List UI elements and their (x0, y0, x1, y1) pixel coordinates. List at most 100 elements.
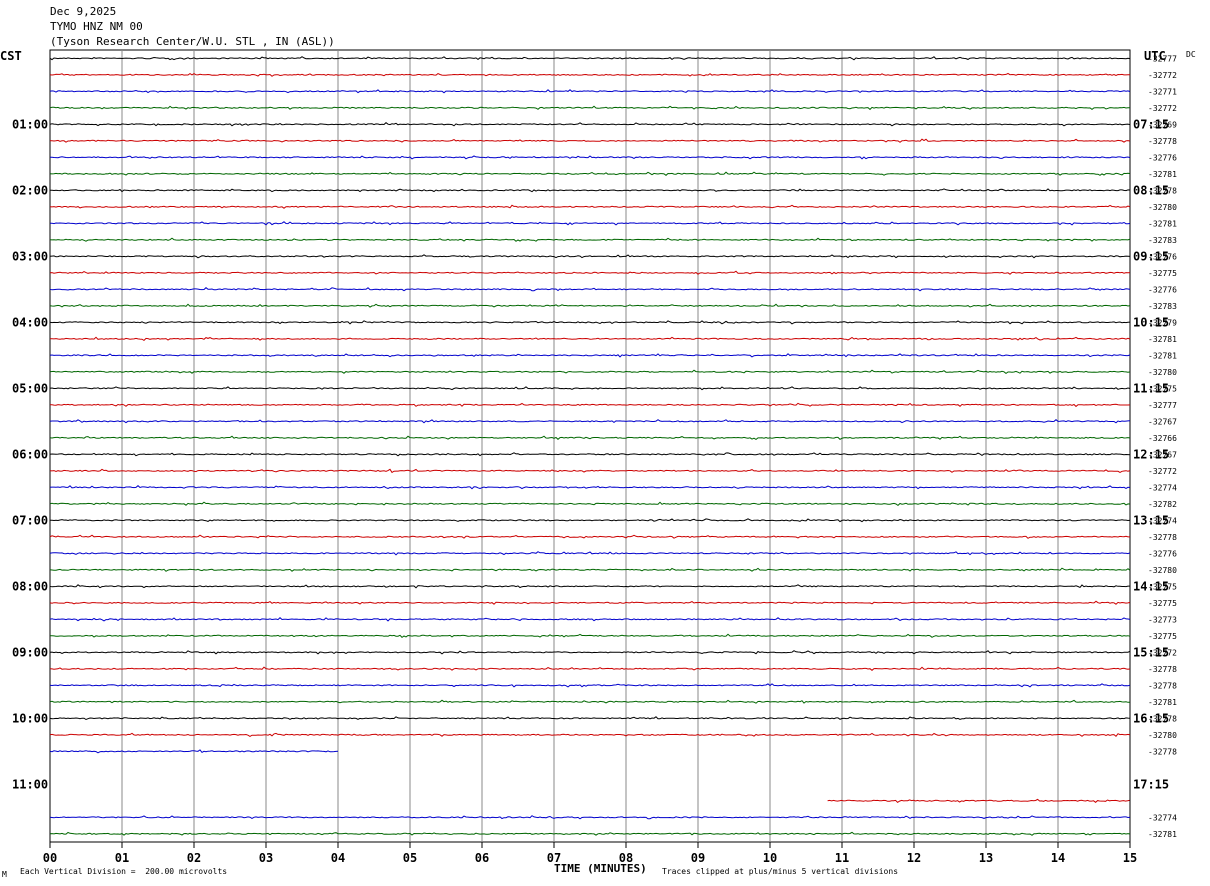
trace-line (50, 155, 1131, 160)
trace-line (49, 650, 1131, 655)
trace-line (49, 501, 1131, 507)
dc-offset-label: -32780 (1148, 731, 1177, 740)
dc-offset-label: -32778 (1148, 533, 1177, 542)
x-tick-label: 10 (763, 851, 777, 865)
trace-line (49, 320, 1131, 325)
trace-line (49, 600, 1131, 605)
left-hour-label: 01:00 (12, 117, 48, 131)
trace-line (49, 56, 1131, 61)
x-tick-label: 13 (979, 851, 993, 865)
trace-line (49, 287, 1131, 292)
x-tick-label: 03 (259, 851, 273, 865)
minute-gridlines (49, 50, 1131, 848)
dc-offset-label: -32776 (1148, 252, 1177, 261)
dc-offset-label: -32780 (1148, 368, 1177, 377)
dc-offset-label: -32767 (1148, 417, 1177, 426)
dc-offset-label: -32781 (1148, 351, 1177, 360)
trace-line (49, 534, 1130, 539)
trace-line (49, 716, 1131, 721)
dc-offset-label: -32778 (1148, 681, 1177, 690)
dc-offset-label: -32780 (1148, 566, 1177, 575)
dc-offset-label: -32779 (1148, 318, 1177, 327)
dc-offset-label: -32776 (1148, 153, 1177, 162)
trace-line (49, 254, 1131, 259)
trace-line (49, 435, 1131, 441)
dc-offset-label: -32783 (1148, 236, 1177, 245)
right-hour-label: 17:15 (1133, 777, 1169, 791)
dc-offset-label: -32776 (1148, 285, 1177, 294)
dc-offset-label: -32781 (1148, 335, 1177, 344)
x-tick-label: 05 (403, 851, 417, 865)
trace-line (49, 72, 1131, 77)
trace-line (49, 551, 1131, 556)
trace-line (49, 303, 1131, 308)
dc-offset-label: -32781 (1148, 170, 1177, 179)
trace-line (49, 237, 1131, 242)
x-tick-label: 02 (187, 851, 201, 865)
trace-line (49, 89, 1131, 94)
corner-mark: M (2, 870, 7, 879)
dc-offset-label: -32775 (1148, 582, 1177, 591)
x-tick-label: 11 (835, 851, 849, 865)
trace-line (49, 518, 1131, 523)
trace-line (49, 699, 1131, 704)
trace-line (49, 732, 1131, 738)
trace-line (49, 485, 1131, 490)
left-hour-label: 11:00 (12, 777, 48, 791)
dc-offset-label: -32773 (1148, 615, 1177, 624)
trace-line (49, 122, 1131, 127)
x-tick-label: 12 (907, 851, 921, 865)
dc-offset-label: -32774 (1148, 483, 1177, 492)
dc-offset-label: -32778 (1148, 665, 1177, 674)
dc-offset-label: -32775 (1148, 269, 1177, 278)
left-hour-label: 02:00 (12, 183, 48, 197)
trace-line (49, 419, 1131, 424)
trace-line (49, 452, 1131, 457)
left-hour-label: 06:00 (12, 447, 48, 461)
dc-offset-label: -32778 (1148, 186, 1177, 195)
trace-line (49, 815, 1131, 820)
trace-line (49, 353, 1131, 358)
trace-line (49, 617, 1131, 622)
trace-line (49, 369, 1131, 375)
dc-offset-label: -32783 (1148, 302, 1177, 311)
clipping-note: Traces clipped at plus/minus 5 vertical … (662, 867, 899, 876)
trace-line (49, 584, 1130, 589)
dc-offset-label: -32776 (1148, 549, 1177, 558)
dc-offset-label: -32771 (1148, 87, 1177, 96)
trace-line (49, 138, 1131, 143)
trace-line (49, 831, 1131, 836)
dc-offset-label: -32778 (1148, 137, 1177, 146)
vertical-division-note: Each Vertical Division = 200.00 microvol… (20, 867, 228, 876)
x-tick-label: 01 (115, 851, 129, 865)
dc-offset-label: -32781 (1148, 698, 1177, 707)
dc-offset-label: -32767 (1148, 450, 1177, 459)
dc-offset-label: -32775 (1148, 632, 1177, 641)
axis-labels: 00 01 02 03 04 05 06 07 08 09 10 11 12 13 14 1501:00 07:… (12, 54, 1177, 865)
dc-offset-label: -32766 (1148, 434, 1177, 443)
trace-line (49, 270, 1131, 275)
right-timezone-label: UTC (1144, 49, 1166, 63)
dc-offset-label: -32777 (1148, 401, 1177, 410)
dc-offset-label: -32782 (1148, 500, 1177, 509)
trace-group (49, 56, 1131, 836)
dc-offset-label: -32778 (1148, 714, 1177, 723)
x-tick-label: 14 (1051, 851, 1065, 865)
dc-offset-label: -32775 (1148, 599, 1177, 608)
x-tick-label: 04 (331, 851, 345, 865)
x-tick-label: 00 (43, 851, 57, 865)
left-timezone-label: CST (0, 49, 22, 63)
trace-line (49, 666, 1131, 671)
dc-offset-label: -32769 (1148, 120, 1177, 129)
dc-offset-label: -32772 (1148, 104, 1177, 113)
trace-line (49, 633, 1131, 639)
dc-offset-label: -32781 (1148, 830, 1177, 839)
dc-offset-label: -32774 (1148, 813, 1177, 822)
dc-offset-label: -32772 (1148, 71, 1177, 80)
trace-line (827, 798, 1130, 804)
x-axis-title: TIME (MINUTES) (554, 862, 647, 875)
left-hour-label: 07:00 (12, 513, 48, 527)
left-hour-label: 05:00 (12, 381, 48, 395)
trace-line (49, 105, 1130, 111)
trace-line (49, 683, 1131, 688)
